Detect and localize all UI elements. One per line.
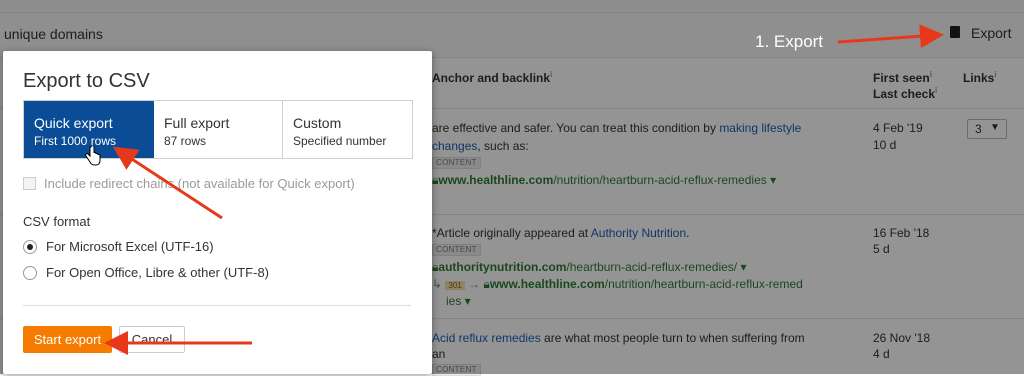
annotation-quick-export: 2. Quick Export xyxy=(232,209,349,228)
annotation-export: 1. Export xyxy=(755,32,824,51)
arrow-quick-export xyxy=(112,146,223,220)
annotation-start-export: 3. Start export xyxy=(266,331,373,350)
arrow-export xyxy=(837,24,944,49)
annotation-arrows xyxy=(104,24,944,355)
